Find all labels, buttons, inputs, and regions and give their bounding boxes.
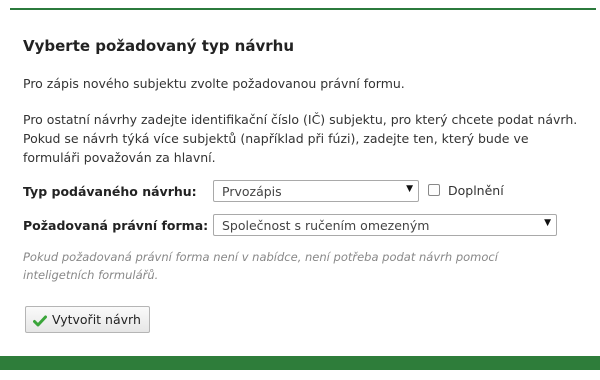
legal-form-value: Společnost s ručením omezeným — [222, 218, 430, 233]
legal-form-select[interactable]: Společnost s ručením omezeným ▼ — [213, 214, 557, 236]
intro-text: Pro zápis nového subjektu zvolte požadov… — [23, 76, 405, 91]
page-title: Vyberte požadovaný typ návrhu — [23, 37, 295, 55]
footer-bar — [0, 356, 600, 370]
create-proposal-button[interactable]: Vytvořit návrh — [25, 306, 150, 333]
create-proposal-label: Vytvořit návrh — [52, 312, 141, 327]
proposal-type-label: Typ podávaného návrhu: — [23, 184, 197, 199]
hint-text: Pokud požadovaná právní forma není v nab… — [23, 250, 498, 282]
proposal-type-select[interactable]: Prvozápis ▼ — [213, 180, 419, 202]
page: Vyberte požadovaný typ návrhu Pro zápis … — [0, 0, 600, 380]
checkmark-icon — [33, 313, 47, 327]
proposal-type-form: Vyberte požadovaný typ návrhu Pro zápis … — [23, 36, 583, 333]
top-divider — [10, 8, 596, 10]
legal-form-row: Požadovaná právní forma: Společnost s ru… — [23, 214, 583, 238]
instructions-text: Pro ostatní návrhy zadejte identifikační… — [23, 112, 578, 165]
dropdown-arrow-icon: ▼ — [544, 218, 551, 228]
supplement-checkbox[interactable] — [428, 184, 440, 196]
proposal-type-value: Prvozápis — [222, 184, 282, 199]
supplement-label[interactable]: Doplnění — [448, 183, 504, 198]
proposal-type-row: Typ podávaného návrhu: Prvozápis ▼ Dopln… — [23, 180, 583, 204]
dropdown-arrow-icon: ▼ — [406, 184, 413, 194]
legal-form-label: Požadovaná právní forma: — [23, 218, 209, 233]
